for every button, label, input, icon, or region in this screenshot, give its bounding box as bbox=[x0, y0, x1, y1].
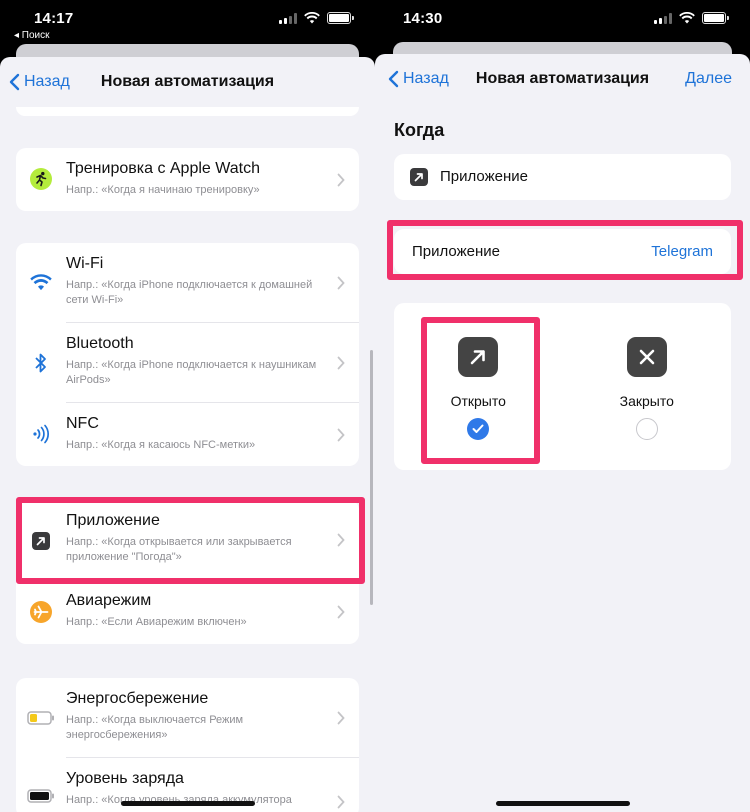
chevron-right-icon bbox=[337, 173, 345, 186]
back-button[interactable]: Назад bbox=[8, 73, 70, 91]
battery-status-icon bbox=[702, 12, 729, 24]
running-icon bbox=[30, 168, 52, 190]
wifi-status-icon bbox=[304, 12, 320, 24]
trigger-label: Приложение bbox=[440, 168, 528, 185]
item-desc: Напр.: «Когда iPhone подключается к науш… bbox=[66, 359, 317, 386]
chevron-left-icon bbox=[9, 73, 20, 91]
radio-unchecked[interactable] bbox=[635, 418, 658, 440]
chevron-right-icon bbox=[337, 795, 345, 809]
app-row-label: Приложение bbox=[412, 243, 500, 260]
section-title: Когда bbox=[394, 120, 445, 140]
sheet-peek bbox=[16, 44, 359, 58]
item-name: NFC bbox=[66, 415, 99, 432]
workout-card: Тренировка с Apple Watch Напр.: «Когда я … bbox=[16, 148, 359, 211]
nfc-icon bbox=[33, 424, 49, 444]
page-title: Новая автоматизация bbox=[475, 70, 650, 87]
previous-card bbox=[16, 107, 359, 116]
open-arrow-icon bbox=[470, 350, 486, 365]
chevron-right-icon bbox=[337, 605, 345, 619]
item-desc: Напр.: «Если Авиарежим включен» bbox=[66, 616, 247, 628]
chevron-right-icon bbox=[337, 711, 345, 725]
power-card: Энергосбережение Напр.: «Когда выключаетс… bbox=[16, 678, 359, 812]
app-arrow-icon bbox=[32, 532, 50, 550]
airplane-icon bbox=[30, 601, 52, 623]
item-name: Авиарежим bbox=[66, 592, 152, 609]
nav-bar: Назад Новая автоматизация Далее bbox=[375, 54, 750, 104]
connections-card: Wi-Fi Напр.: «Когда iPhone подключается к… bbox=[16, 243, 359, 466]
back-to-app-link[interactable]: ◂ Поиск bbox=[14, 30, 50, 41]
item-name: Wi-Fi bbox=[66, 255, 104, 272]
trigger-sheet: Назад Новая автоматизация Тренировка с A… bbox=[0, 57, 375, 812]
option-label: Открыто bbox=[450, 393, 506, 409]
next-button[interactable]: Далее bbox=[685, 70, 732, 88]
list-item-low-power[interactable]: Энергосбережение Напр.: «Когда выключаетс… bbox=[16, 678, 359, 758]
item-name: Тренировка с Apple Watch bbox=[66, 160, 260, 177]
list-item-app[interactable]: Приложение Напр.: «Когда открывается или … bbox=[16, 500, 359, 580]
back-label: Назад bbox=[24, 73, 70, 90]
close-x-icon bbox=[639, 349, 655, 365]
item-name: Энергосбережение bbox=[66, 690, 209, 707]
item-name: Уровень заряда bbox=[66, 770, 184, 787]
nav-bar: Назад Новая автоматизация bbox=[0, 57, 375, 107]
list-item-airplane[interactable]: Авиарежим Напр.: «Если Авиарежим включен» bbox=[16, 580, 359, 644]
item-desc: Напр.: «Когда открывается или закрываетс… bbox=[66, 536, 292, 563]
chevron-left-icon bbox=[388, 70, 399, 88]
option-label: Закрыто bbox=[619, 393, 674, 409]
scrollbar[interactable] bbox=[370, 350, 373, 605]
item-desc: Напр.: «Когда я начинаю тренировку» bbox=[66, 184, 260, 196]
status-time: 14:30 bbox=[403, 10, 443, 27]
list-item-wifi[interactable]: Wi-Fi Напр.: «Когда iPhone подключается к… bbox=[16, 243, 359, 323]
trigger-card[interactable]: Приложение bbox=[394, 154, 731, 200]
back-label: Назад bbox=[403, 70, 449, 87]
signal-icon bbox=[279, 12, 297, 24]
app-card: Приложение Напр.: «Когда открывается или … bbox=[16, 500, 359, 644]
option-closed[interactable]: Закрыто bbox=[563, 303, 732, 440]
battery-icon bbox=[27, 789, 54, 803]
chevron-right-icon bbox=[337, 428, 345, 441]
chevron-right-icon bbox=[337, 356, 345, 370]
list-item-nfc[interactable]: NFC Напр.: «Когда я касаюсь NFC-метки» bbox=[16, 403, 359, 466]
status-bar: 14:30 bbox=[375, 0, 750, 44]
state-options-card: Открыто Закрыто bbox=[394, 303, 731, 470]
back-button[interactable]: Назад bbox=[387, 70, 449, 88]
list-item-workout[interactable]: Тренировка с Apple Watch Напр.: «Когда я … bbox=[16, 148, 359, 211]
app-row-value[interactable]: Telegram bbox=[651, 243, 713, 260]
chevron-right-icon bbox=[337, 276, 345, 290]
page-title: Новая автоматизация bbox=[100, 73, 275, 90]
battery-status-icon bbox=[327, 12, 354, 24]
list-item-bluetooth[interactable]: Bluetooth Напр.: «Когда iPhone подключает… bbox=[16, 323, 359, 403]
item-name: Приложение bbox=[66, 512, 160, 529]
wifi-icon bbox=[30, 274, 52, 291]
radio-checked[interactable] bbox=[467, 418, 490, 440]
automation-sheet: Назад Новая автоматизация Далее Когда Пр… bbox=[375, 54, 750, 812]
option-open[interactable]: Открыто bbox=[394, 303, 563, 440]
low-battery-icon bbox=[27, 711, 54, 725]
home-indicator[interactable] bbox=[120, 801, 255, 806]
signal-icon bbox=[654, 12, 672, 24]
status-time: 14:17 bbox=[34, 10, 74, 27]
status-bar: 14:17 ◂ Поиск bbox=[0, 0, 375, 44]
app-select-row[interactable]: Приложение Telegram bbox=[394, 229, 731, 274]
item-desc: Напр.: «Когда я касаюсь NFC-метки» bbox=[66, 439, 256, 451]
left-screen: 14:17 ◂ Поиск Назад Новая автоматизация … bbox=[0, 0, 375, 812]
wifi-status-icon bbox=[679, 12, 695, 24]
item-desc: Напр.: «Когда выключается Режим энергосб… bbox=[66, 714, 244, 741]
right-screen: 14:30 Назад Новая автоматизация Далее Ко… bbox=[375, 0, 750, 812]
chevron-right-icon bbox=[337, 533, 345, 547]
bluetooth-icon bbox=[35, 353, 46, 373]
app-arrow-icon bbox=[410, 168, 428, 186]
item-name: Bluetooth bbox=[66, 335, 134, 352]
home-indicator[interactable] bbox=[495, 801, 630, 806]
checkmark-icon bbox=[472, 424, 484, 433]
item-desc: Напр.: «Когда iPhone подключается к дома… bbox=[66, 279, 313, 306]
